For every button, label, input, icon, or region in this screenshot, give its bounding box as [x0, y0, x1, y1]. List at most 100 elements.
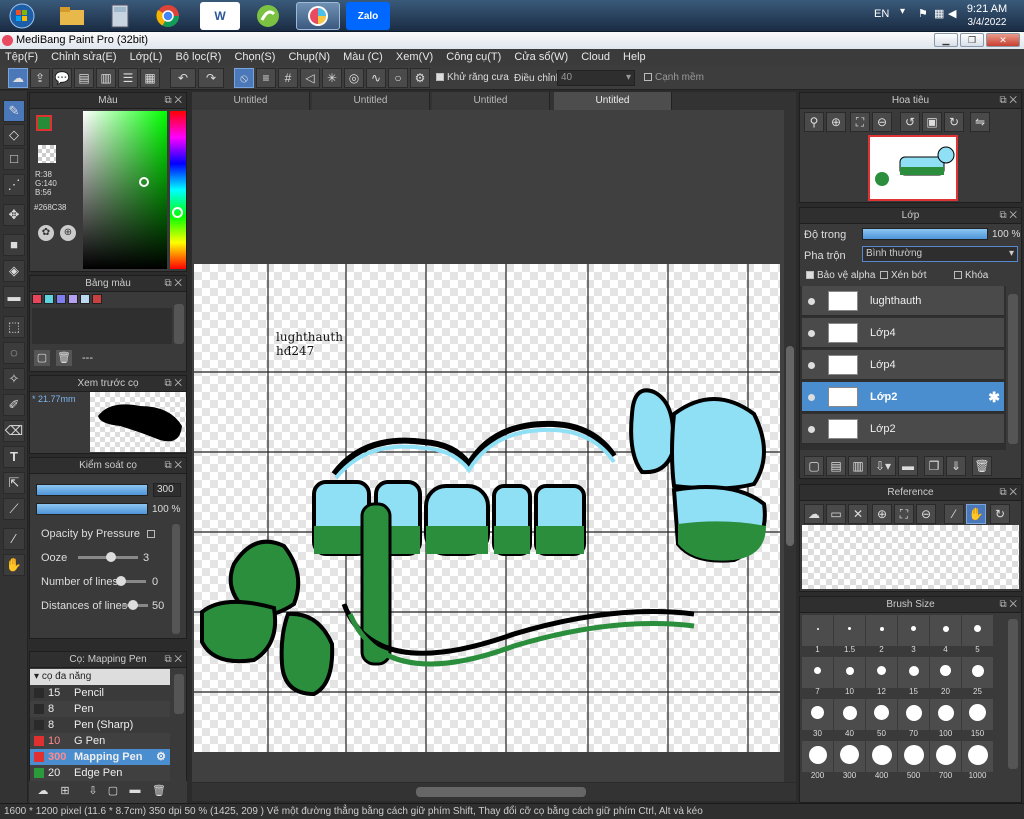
distance-knob[interactable] [128, 600, 138, 610]
language-indicator[interactable]: EN [874, 8, 889, 20]
document-icon[interactable]: ▤ [74, 68, 94, 88]
tray-arrow-icon[interactable]: ▾ [900, 6, 905, 17]
panel-close-icon[interactable]: ⧉ ✕ [164, 276, 182, 292]
rotate-left-icon[interactable]: ↺ [900, 112, 920, 132]
tab-untitled-4[interactable]: Untitled [554, 92, 672, 110]
tab-untitled-3[interactable]: Untitled [432, 92, 550, 110]
new-halftone-layer-icon[interactable]: ▤ [826, 456, 846, 476]
text-tool-icon[interactable]: T [3, 446, 25, 468]
eyedropper-tool-icon[interactable]: ⁄ [3, 528, 25, 550]
settings-snap-icon[interactable]: ⚙ [410, 68, 430, 88]
tab-untitled-2[interactable]: Untitled [312, 92, 430, 110]
brush-list-scrollbar[interactable] [174, 674, 184, 714]
reference-cloud-icon[interactable]: ☁ [804, 504, 824, 524]
list-icon[interactable]: ☰ [118, 68, 138, 88]
new-palette-icon[interactable]: ▢ [34, 350, 50, 366]
palette-swatch[interactable] [44, 294, 54, 304]
brush-delete-icon[interactable]: 🗑 [151, 784, 167, 800]
bucket-tool-icon[interactable]: ◈ [3, 260, 25, 282]
brush-item[interactable]: 300 Mapping Pen ⚙ [30, 749, 170, 765]
brush-add-icon[interactable]: ⊞ [57, 784, 73, 800]
start-orb-icon[interactable] [2, 2, 42, 30]
saturation-value-field[interactable] [83, 111, 167, 269]
panel-close-icon[interactable]: ⧉ ✕ [164, 93, 182, 109]
brush-item[interactable]: 20 Edge Pen [30, 765, 170, 781]
layer-visibility-icon[interactable] [808, 362, 815, 369]
brush-size-cell[interactable] [834, 615, 865, 646]
color-picker-cursor[interactable] [139, 177, 149, 187]
transparent-swatch[interactable] [38, 145, 56, 163]
delete-layer-icon[interactable]: 🗑 [972, 456, 992, 476]
reference-zoom-in-icon[interactable]: ⊕ [872, 504, 892, 524]
menu-filter[interactable]: Bộ lọc(R) [171, 49, 227, 66]
layer-row[interactable]: Lớp2 ✱ [802, 382, 1004, 412]
canvas-vscroll-thumb[interactable] [786, 346, 794, 546]
palette-scrollbar[interactable] [174, 304, 184, 344]
reference-rotate-icon[interactable]: ↻ [990, 504, 1010, 524]
menu-view[interactable]: Xem(V) [391, 49, 438, 66]
network-icon[interactable]: ▦ [934, 7, 944, 20]
layer-visibility-icon[interactable] [808, 298, 815, 305]
reference-zoom-out-icon[interactable]: ⊖ [916, 504, 936, 524]
reference-fit-icon[interactable]: ⛶ [894, 504, 914, 524]
eraser-tool-icon[interactable]: ◇ [3, 124, 25, 146]
layer-scrollbar[interactable] [1008, 294, 1018, 444]
actual-size-icon[interactable]: ▣ [922, 112, 942, 132]
brush-size-cell[interactable] [898, 657, 929, 688]
panel-close-icon[interactable]: ⧉ ✕ [999, 208, 1017, 224]
soft-edge-checkbox[interactable] [644, 73, 652, 82]
brush-size-cell[interactable] [898, 615, 929, 646]
lines-knob[interactable] [116, 576, 126, 586]
clock-time[interactable]: 9:21 AM [966, 3, 1008, 15]
flip-icon[interactable]: ⇋ [970, 112, 990, 132]
palette-add-icon[interactable]: ⊕ [60, 225, 76, 241]
blend-mode-select[interactable]: Bình thường ▾ [862, 246, 1018, 262]
minimize-button[interactable]: ▁ [934, 33, 958, 47]
new-color-layer-icon[interactable]: ▥ [848, 456, 868, 476]
shape-tool-icon[interactable]: □ [3, 148, 25, 170]
brush-size-cell[interactable] [930, 615, 961, 646]
snap-off-icon[interactable]: ⦸ [234, 68, 254, 88]
layer-row[interactable]: lughthauth [802, 286, 1004, 316]
canvas-hscrollbar[interactable] [192, 783, 796, 801]
menu-select[interactable]: Chọn(S) [229, 49, 280, 66]
brush-tool-icon[interactable]: ✎ [3, 100, 25, 122]
lock-checkbox[interactable] [954, 271, 962, 280]
brush-size-value[interactable]: 300 [153, 483, 181, 497]
palette-swatch[interactable] [56, 294, 66, 304]
navigator-preview[interactable] [868, 135, 958, 201]
layer-row[interactable]: Lớp4 [802, 350, 1004, 380]
page-icon[interactable]: ▥ [96, 68, 116, 88]
calculator-icon[interactable] [98, 2, 142, 30]
trash-icon[interactable]: 🗑 [56, 350, 72, 366]
brush-item[interactable]: 10 G Pen [30, 733, 170, 749]
zalo-icon[interactable]: Zalo [346, 2, 390, 30]
maximize-button[interactable]: ❐ [960, 33, 984, 47]
layer-visibility-icon[interactable] [808, 394, 815, 401]
reference-hand-icon[interactable]: ✋ [966, 504, 986, 524]
menu-window[interactable]: Cửa sổ(W) [509, 49, 573, 66]
select-pen-tool-icon[interactable]: ✐ [3, 394, 25, 416]
select-eraser-tool-icon[interactable]: ⌫ [3, 420, 25, 442]
drawing-canvas[interactable]: lughthauth hđ247 [194, 264, 780, 752]
rotate-right-icon[interactable]: ↻ [944, 112, 964, 132]
brush-size-cell[interactable] [802, 615, 833, 646]
brush-size-cell[interactable] [802, 657, 833, 688]
panel-close-icon[interactable]: ⧉ ✕ [164, 458, 182, 474]
brush-size-cell[interactable] [834, 741, 865, 772]
brush-size-cell[interactable] [962, 699, 993, 730]
brush-opacity-slider[interactable] [36, 503, 148, 515]
merge-layer-icon[interactable]: ⇓ [946, 456, 966, 476]
reference-eyedropper-icon[interactable]: ⁄ [944, 504, 964, 524]
brush-size-cell[interactable] [962, 741, 993, 772]
fit-icon[interactable]: ⛶ [850, 112, 870, 132]
panel-close-icon[interactable]: ⧉ ✕ [999, 485, 1017, 501]
close-button[interactable]: ✕ [986, 33, 1020, 47]
gradient-tool-icon[interactable]: ▬ [3, 286, 25, 308]
brush-size-cell[interactable] [962, 615, 993, 646]
palette-swatch[interactable] [80, 294, 90, 304]
lasso-tool-icon[interactable]: ◌ [3, 342, 25, 364]
action-center-icon[interactable]: ⚑ [918, 7, 928, 20]
palette-swatch[interactable] [68, 294, 78, 304]
zoom-out-icon[interactable]: ⊖ [872, 112, 892, 132]
